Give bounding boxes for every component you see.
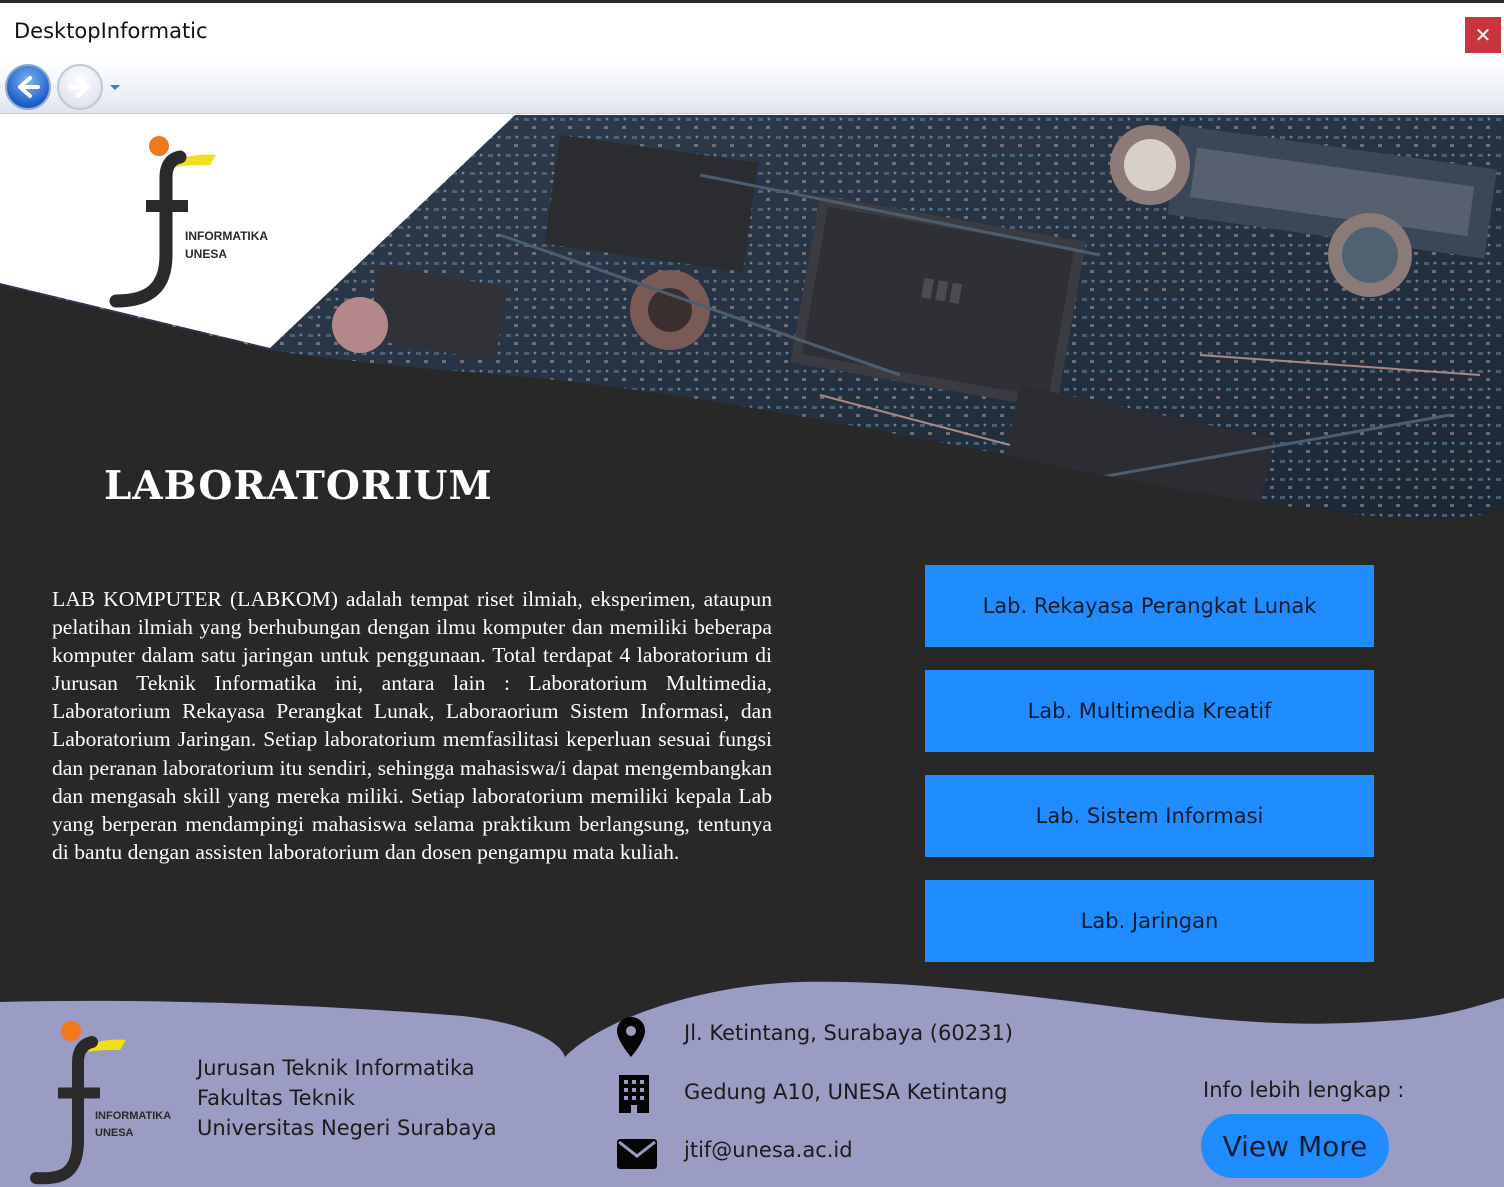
page-title: LABORATORIUM	[104, 463, 493, 509]
address-text: Jl. Ketintang, Surabaya (60231)	[684, 1021, 1013, 1045]
building-icon	[619, 1075, 649, 1113]
back-button[interactable]	[5, 64, 51, 110]
footer-org-line2: Fakultas Teknik	[197, 1086, 356, 1110]
dropdown-arrow-icon[interactable]	[109, 84, 121, 92]
lab-jaringan-button[interactable]: Lab. Jaringan	[925, 880, 1374, 962]
info-label: Info lebih lengkap :	[1203, 1078, 1405, 1102]
back-arrow-icon	[18, 76, 40, 98]
logo-text-line2: UNESA	[185, 247, 228, 261]
email-link[interactable]: jtif@unesa.ac.id	[684, 1138, 853, 1162]
view-more-button[interactable]: View More	[1201, 1114, 1389, 1178]
footer-logo-text-line1: INFORMATIKA	[95, 1110, 172, 1122]
footer-org-line3: Universitas Negeri Surabaya	[197, 1116, 497, 1140]
email-icon	[617, 1139, 657, 1169]
close-button[interactable]: ✕	[1465, 17, 1501, 53]
forward-arrow-icon	[68, 76, 90, 98]
title-bar: DesktopInformatic ✕	[0, 0, 1504, 60]
building-text: Gedung A10, UNESA Ketintang	[684, 1080, 1008, 1104]
footer-logo-text-line2: UNESA	[95, 1127, 134, 1139]
page-content: ▮▮▮ INFORMATIKA UNESA LABORATORIUM LAB K…	[0, 115, 1504, 1187]
lab-multimedia-button[interactable]: Lab. Multimedia Kreatif	[925, 670, 1374, 752]
forward-button[interactable]	[57, 64, 103, 110]
navigation-bar	[0, 60, 1504, 114]
window-title: DesktopInformatic	[14, 19, 208, 43]
logo-text-line1: INFORMATIKA	[185, 229, 269, 243]
location-pin-icon	[617, 1017, 645, 1057]
close-icon: ✕	[1474, 23, 1492, 47]
footer-org-line1: Jurusan Teknik Informatika	[197, 1056, 475, 1080]
lab-sistem-informasi-button[interactable]: Lab. Sistem Informasi	[925, 775, 1374, 857]
lab-description: LAB KOMPUTER (LABKOM) adalah tempat rise…	[52, 587, 772, 864]
lab-rpl-button[interactable]: Lab. Rekayasa Perangkat Lunak	[925, 565, 1374, 647]
